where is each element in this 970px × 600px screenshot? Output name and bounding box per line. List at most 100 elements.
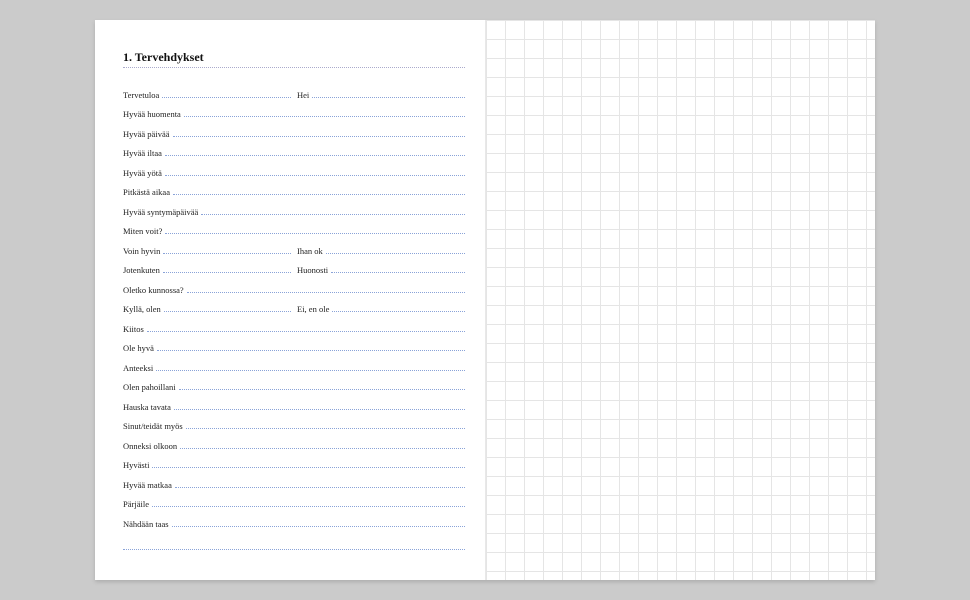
vocab-cell: Pärjäile [123,499,465,511]
write-line [163,272,291,273]
write-line [312,97,465,98]
vocab-row: Sinut/teidät myös [123,414,465,434]
vocab-cell: Hauska tavata [123,402,465,414]
write-line [180,448,465,449]
write-line [163,253,291,254]
vocab-row: Kyllä, olen Ei, en ole [123,297,465,317]
vocab-cell: Hei [297,90,465,102]
write-line [165,233,465,234]
right-page-grid [485,20,875,580]
write-line [152,467,465,468]
vocab-row: Hyvää syntymäpäivää [123,199,465,219]
vocab-row: Tervetuloa Hei [123,82,465,102]
vocab-cell: Tervetuloa [123,90,291,102]
write-line [173,194,465,195]
write-line [179,389,465,390]
vocab-term: Hyvää syntymäpäivää [123,207,201,219]
write-line [201,214,465,215]
vocab-cell: Nähdään taas [123,519,465,531]
vocab-term: Hyvää huomenta [123,109,184,121]
vocab-row: Hyvää yötä [123,160,465,180]
vocab-term: Miten voit? [123,226,165,238]
vocab-term: Pitkästä aikaa [123,187,173,199]
vocab-row: Pitkästä aikaa [123,180,465,200]
write-line [156,370,465,371]
write-line [186,428,465,429]
vocab-term: Pärjäile [123,499,152,511]
write-line [184,116,465,117]
vocab-term: Olen pahoillani [123,382,179,394]
vocab-row: Hauska tavata [123,394,465,414]
vocab-term: Ei, en ole [297,304,332,316]
vocab-cell: Hyvää syntymäpäivää [123,207,465,219]
vocab-row: Voin hyvin Ihan ok [123,238,465,258]
write-line [152,506,465,507]
vocab-cell: Hyvää yötä [123,168,465,180]
vocab-term: Hyvää iltaa [123,148,165,160]
vocab-row: Hyvää iltaa [123,141,465,161]
vocab-term: Huonosti [297,265,331,277]
vocab-term: Jotenkuten [123,265,163,277]
vocab-row: Miten voit? [123,219,465,239]
notebook-spread: 1. Tervehdykset TervetuloaHeiHyvää huome… [95,20,875,580]
vocab-cell: Olen pahoillani [123,382,465,394]
vocab-term: Hyvää matkaa [123,480,175,492]
vocab-row: Hyvää matkaa [123,472,465,492]
vocab-term: Hyvää yötä [123,168,165,180]
vocab-cell: Kiitos [123,324,465,336]
vocab-cell: Kyllä, olen [123,304,291,316]
vocab-term: Kiitos [123,324,147,336]
write-line [331,272,465,273]
write-line [173,136,466,137]
heading-underline [123,67,465,68]
vocab-row: Hyvää huomenta [123,102,465,122]
vocab-term: Voin hyvin [123,246,163,258]
vocab-term: Ole hyvä [123,343,157,355]
vocab-row: Ole hyvä [123,336,465,356]
vocab-cell: Oletko kunnossa? [123,285,465,297]
vocab-term: Hyvästi [123,460,152,472]
vocab-cell: Pitkästä aikaa [123,187,465,199]
vocab-cell: Huonosti [297,265,465,277]
vocab-row: Jotenkuten Huonosti [123,258,465,278]
vocab-cell: Miten voit? [123,226,465,238]
vocab-row: Onneksi olkoon [123,433,465,453]
vocab-term: Kyllä, olen [123,304,164,316]
vocab-term: Sinut/teidät myös [123,421,186,433]
vocab-list: Tervetuloa Hei Hyvää huomenta Hyvää päivää H… [123,82,465,531]
vocab-cell: Hyvää iltaa [123,148,465,160]
vocab-term: Nähdään taas [123,519,172,531]
vocab-term: Anteeksi [123,363,156,375]
vocab-term: Oletko kunnossa? [123,285,187,297]
vocab-cell: Hyvää matkaa [123,480,465,492]
write-line [164,311,291,312]
write-line [187,292,465,293]
vocab-cell: Hyvää päivää [123,129,465,141]
vocab-cell: Onneksi olkoon [123,441,465,453]
vocab-cell: Ei, en ole [297,304,465,316]
vocab-cell: Jotenkuten [123,265,291,277]
vocab-row: Oletko kunnossa? [123,277,465,297]
vocab-row: Hyvää päivää [123,121,465,141]
vocab-term: Tervetuloa [123,90,162,102]
vocab-term: Hyvää päivää [123,129,173,141]
vocab-term: Hauska tavata [123,402,174,414]
write-line [165,155,465,156]
vocab-row: Pärjäile [123,492,465,512]
vocab-cell: Hyvästi [123,460,465,472]
vocab-cell: Hyvää huomenta [123,109,465,121]
vocab-cell: Ihan ok [297,246,465,258]
write-line [175,487,465,488]
write-line [165,175,465,176]
write-line [332,311,465,312]
vocab-cell: Voin hyvin [123,246,291,258]
write-line [162,97,291,98]
vocab-row: Anteeksi [123,355,465,375]
vocab-row: Hyvästi [123,453,465,473]
write-line [172,526,465,527]
vocab-row: Nähdään taas [123,511,465,531]
trailing-line [123,531,465,551]
vocab-term: Ihan ok [297,246,326,258]
vocab-term: Onneksi olkoon [123,441,180,453]
vocab-row: Kiitos [123,316,465,336]
